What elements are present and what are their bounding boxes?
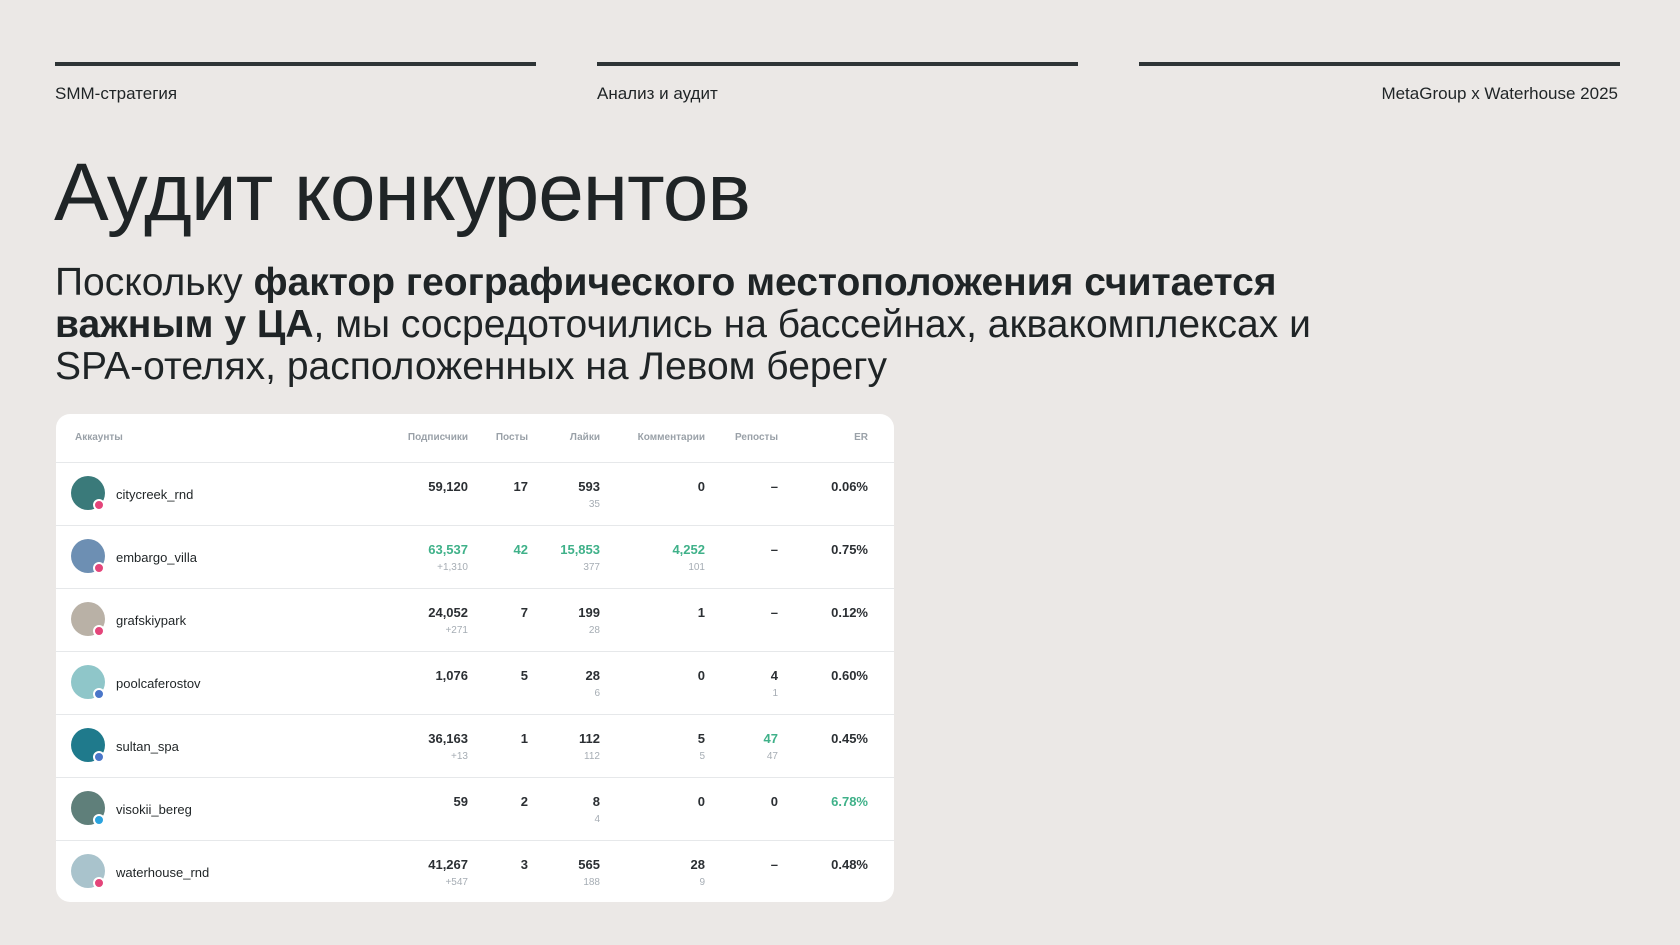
likes-value: 8	[592, 794, 600, 809]
posts-value: 17	[513, 479, 528, 494]
table-row[interactable]: sultan_spa 36,163 +13 1 112 112 5 5 47 47 0.45%	[56, 715, 894, 778]
vk-icon	[93, 688, 105, 700]
table-row[interactable]: embargo_villa 63,537 +1,310 42 15,853 377 4,25…	[56, 526, 894, 589]
column-header-accounts: Аккаунты	[75, 432, 123, 443]
column-header-likes: Лайки	[569, 432, 600, 443]
er-value: 0.45%	[831, 731, 868, 746]
reposts-value: 0	[770, 794, 778, 809]
er-value: 0.60%	[831, 668, 868, 683]
instagram-icon	[93, 562, 105, 574]
subscribers-value: 41,267	[428, 857, 468, 872]
reposts-value: –	[770, 605, 778, 620]
er-value: 0.06%	[831, 479, 868, 494]
account-name[interactable]: embargo_villa	[116, 550, 197, 565]
comments-change: 101	[688, 562, 705, 573]
column-header-comments: Комментарии	[637, 432, 705, 443]
subscribers-change: +271	[445, 625, 468, 636]
column-header-posts: Посты	[495, 432, 528, 443]
likes-change: 112	[584, 751, 600, 762]
account-name[interactable]: citycreek_rnd	[116, 487, 193, 502]
comments-value: 5	[697, 731, 705, 746]
likes-change: 6	[594, 688, 600, 699]
er-value: 6.78%	[831, 794, 868, 809]
header-brand-label: MetaGroup x Waterhouse 2025	[1381, 84, 1618, 103]
er-value: 0.48%	[831, 857, 868, 872]
likes-change: 188	[583, 877, 600, 888]
table-row[interactable]: citycreek_rnd 59,120 17 593 35 0 – 0.06%	[56, 463, 894, 526]
comments-value: 4,252	[672, 542, 705, 557]
subscribers-change: +1,310	[437, 562, 468, 573]
column-header-er: ER	[854, 432, 868, 443]
posts-value: 2	[520, 794, 528, 809]
posts-value: 3	[520, 857, 528, 872]
instagram-icon	[93, 499, 105, 511]
comments-change: 5	[699, 751, 705, 762]
subscribers-value: 36,163	[428, 731, 468, 746]
posts-value: 1	[520, 731, 528, 746]
reposts-value: 4	[770, 668, 778, 683]
er-value: 0.12%	[831, 605, 868, 620]
likes-value: 112	[579, 731, 600, 746]
table-row[interactable]: poolcaferostov 1,076 5 28 6 0 4 1 0.60%	[56, 652, 894, 715]
reposts-value: 47	[763, 731, 778, 746]
reposts-change: 1	[772, 688, 778, 699]
subscribers-change: +13	[451, 751, 468, 762]
table-row[interactable]: visokii_bereg 59 2 8 4 0 0 6.78%	[56, 778, 894, 841]
instagram-icon	[93, 625, 105, 637]
competitors-table: Аккаунты Подписчики Посты Лайки Коммента…	[56, 414, 894, 902]
instagram-icon	[93, 877, 105, 889]
subscribers-value: 1,076	[435, 668, 468, 683]
subscribers-value: 59,120	[428, 479, 468, 494]
comments-value: 28	[690, 857, 705, 872]
column-header-subscribers: Подписчики	[407, 432, 468, 443]
likes-value: 199	[578, 605, 600, 620]
reposts-value: –	[770, 542, 778, 557]
table-header: Аккаунты Подписчики Посты Лайки Коммента…	[56, 414, 894, 463]
account-name[interactable]: sultan_spa	[116, 739, 179, 754]
account-name[interactable]: grafskiypark	[116, 613, 186, 628]
account-name[interactable]: visokii_bereg	[116, 802, 192, 817]
likes-change: 35	[588, 499, 600, 510]
comments-change: 9	[699, 877, 705, 888]
column-header-reposts: Репосты	[735, 432, 778, 443]
reposts-value: –	[770, 857, 778, 872]
comments-value: 1	[697, 605, 705, 620]
header-rule-right	[1139, 62, 1620, 66]
subscribers-value: 63,537	[428, 542, 468, 557]
likes-change: 4	[594, 814, 600, 825]
reposts-change: 47	[766, 751, 778, 762]
header-section-label: SMM-стратегия	[55, 84, 178, 103]
header-rule-left	[55, 62, 536, 66]
table-body: citycreek_rnd 59,120 17 593 35 0–0.06% embargo…	[56, 463, 894, 902]
likes-value: 15,853	[560, 542, 600, 557]
subscribers-value: 24,052	[428, 605, 468, 620]
page-subtitle: Поскольку фактор географического местопо…	[55, 262, 1375, 388]
comments-value: 0	[697, 668, 705, 683]
account-name[interactable]: waterhouse_rnd	[116, 865, 209, 880]
header-chapter-label: Анализ и аудит	[597, 84, 718, 103]
comments-value: 0	[697, 794, 705, 809]
comments-value: 0	[697, 479, 705, 494]
account-name[interactable]: poolcaferostov	[116, 676, 201, 691]
header-rule-center	[597, 62, 1078, 66]
posts-value: 5	[520, 668, 528, 683]
posts-value: 42	[513, 542, 528, 557]
subscribers-value: 59	[453, 794, 468, 809]
table-row[interactable]: grafskiypark 24,052 +271 7 199 28 1 – 0.12%	[56, 589, 894, 652]
likes-change: 377	[583, 562, 600, 573]
posts-value: 7	[520, 605, 528, 620]
likes-value: 565	[578, 857, 600, 872]
likes-change: 28	[588, 625, 600, 636]
subtitle-text-start: Поскольку	[55, 261, 254, 304]
subscribers-change: +547	[445, 877, 468, 888]
likes-value: 593	[578, 479, 600, 494]
table-row[interactable]: waterhouse_rnd 41,267 +547 3 565 188 28 9 – 0.48%	[56, 841, 894, 902]
likes-value: 28	[585, 668, 600, 683]
reposts-value: –	[770, 479, 778, 494]
telegram-icon	[93, 814, 105, 826]
er-value: 0.75%	[831, 542, 868, 557]
vk-icon	[93, 751, 105, 763]
page-title: Аудит конкурентов	[54, 147, 751, 238]
